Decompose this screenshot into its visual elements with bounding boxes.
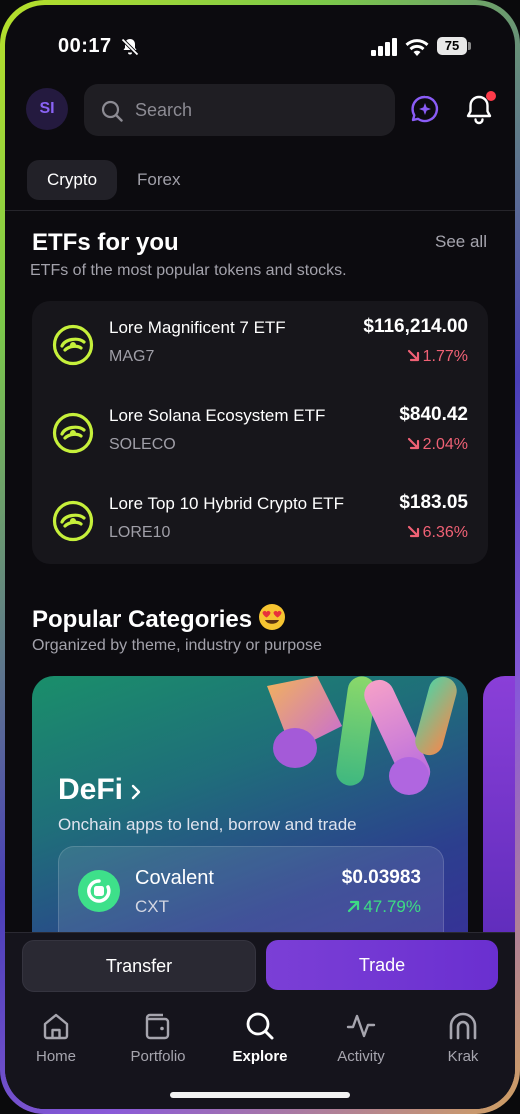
- etf-logo-icon: [52, 324, 94, 366]
- arrow-down-right-icon: [407, 437, 419, 450]
- home-indicator: [170, 1092, 350, 1098]
- search-icon: [246, 1012, 274, 1040]
- nav-portfolio-label: Portfolio: [130, 1048, 186, 1065]
- arrow-up-right-icon: [348, 900, 360, 913]
- categories-title: Popular Categories: [32, 603, 286, 634]
- etf-name: Lore Solana Ecosystem ETF: [109, 406, 326, 425]
- asset-ticker: CXT: [135, 897, 169, 916]
- next-category-card[interactable]: [483, 676, 515, 976]
- trade-button[interactable]: Trade: [266, 940, 498, 990]
- etf-section-subtitle: ETFs of the most popular tokens and stoc…: [30, 262, 347, 279]
- search-input[interactable]: [84, 84, 395, 136]
- etf-price: $116,214.00: [363, 316, 468, 337]
- search-placeholder: Search: [135, 100, 193, 120]
- avatar[interactable]: SI: [26, 88, 68, 130]
- etf-logo-icon: [52, 412, 94, 454]
- notification-badge: [486, 91, 496, 101]
- defi-description: Onchain apps to lend, borrow and trade: [58, 815, 357, 834]
- categories-subtitle: Organized by theme, industry or purpose: [32, 637, 322, 654]
- nav-activity[interactable]: Activity: [316, 1010, 406, 1065]
- nav-portfolio[interactable]: Portfolio: [113, 1010, 203, 1065]
- transfer-button[interactable]: Transfer: [22, 940, 256, 992]
- tabs-divider: [5, 210, 515, 211]
- nav-krak-label: Krak: [447, 1048, 479, 1065]
- wallet-icon: [145, 1013, 170, 1040]
- etf-change: 6.36%: [407, 524, 468, 542]
- status-time: 00:17: [58, 35, 112, 57]
- home-icon: [43, 1013, 69, 1040]
- krak-icon: [449, 1012, 477, 1040]
- nav-explore-label: Explore: [232, 1048, 288, 1065]
- etf-price: $183.05: [399, 492, 468, 513]
- defi-title: DeFi: [58, 773, 124, 806]
- etf-change: 1.77%: [407, 348, 468, 366]
- etf-change-value: 2.04%: [422, 436, 468, 453]
- etf-section-title: ETFs for you: [32, 229, 179, 256]
- wifi-icon: [405, 39, 429, 56]
- battery-tip: [468, 42, 471, 50]
- categories-title-text: Popular Categories: [32, 606, 253, 633]
- etf-price: $840.42: [399, 404, 468, 425]
- search-icon: [101, 100, 123, 122]
- etf-logo-icon: [52, 500, 94, 542]
- etf-ticker: LORE10: [109, 524, 171, 541]
- rods-illustration: [267, 676, 457, 795]
- nav-krak[interactable]: Krak: [418, 1010, 508, 1065]
- silent-mode-icon: [121, 38, 139, 56]
- see-all-link[interactable]: See all: [435, 232, 487, 252]
- nav-activity-label: Activity: [337, 1048, 385, 1065]
- asset-price: $0.03983: [341, 867, 421, 888]
- nav-home[interactable]: Home: [11, 1010, 101, 1065]
- etf-change-value: 6.36%: [422, 524, 468, 541]
- etf-change-value: 1.77%: [422, 348, 468, 365]
- etf-ticker: MAG7: [109, 348, 155, 365]
- activity-icon: [346, 1014, 376, 1038]
- etf-row[interactable]: Lore Magnificent 7 ETF MAG7 $116,214.00 …: [32, 301, 488, 389]
- heart-eyes-emoji-icon: [259, 604, 286, 630]
- asset-change-value: 47.79%: [363, 897, 421, 916]
- etf-row[interactable]: Lore Solana Ecosystem ETF SOLECO $840.42…: [32, 389, 488, 477]
- arrow-down-right-icon: [407, 349, 419, 362]
- asset-change: 47.79%: [305, 897, 421, 917]
- signal-icon: [371, 38, 397, 56]
- asset-name: Covalent: [135, 867, 214, 889]
- covalent-logo-icon: [78, 870, 120, 912]
- etf-ticker: SOLECO: [109, 436, 176, 453]
- etf-row[interactable]: Lore Top 10 Hybrid Crypto ETF LORE10 $18…: [32, 477, 488, 565]
- chevron-right-icon: [131, 784, 141, 800]
- tab-forex[interactable]: Forex: [137, 160, 180, 200]
- chat-icon[interactable]: [410, 94, 440, 124]
- etf-name: Lore Magnificent 7 ETF: [109, 318, 286, 337]
- nav-home-label: Home: [35, 1048, 76, 1065]
- app-screen: 00:17 75 SI Search Crypto Forex ETFs for…: [5, 5, 515, 1109]
- etf-name: Lore Top 10 Hybrid Crypto ETF: [109, 494, 344, 513]
- nav-explore[interactable]: Explore: [215, 1010, 305, 1065]
- arrow-down-right-icon: [407, 525, 419, 538]
- etf-change: 2.04%: [407, 436, 468, 454]
- tab-crypto[interactable]: Crypto: [27, 160, 117, 200]
- battery-level: 75: [437, 37, 467, 55]
